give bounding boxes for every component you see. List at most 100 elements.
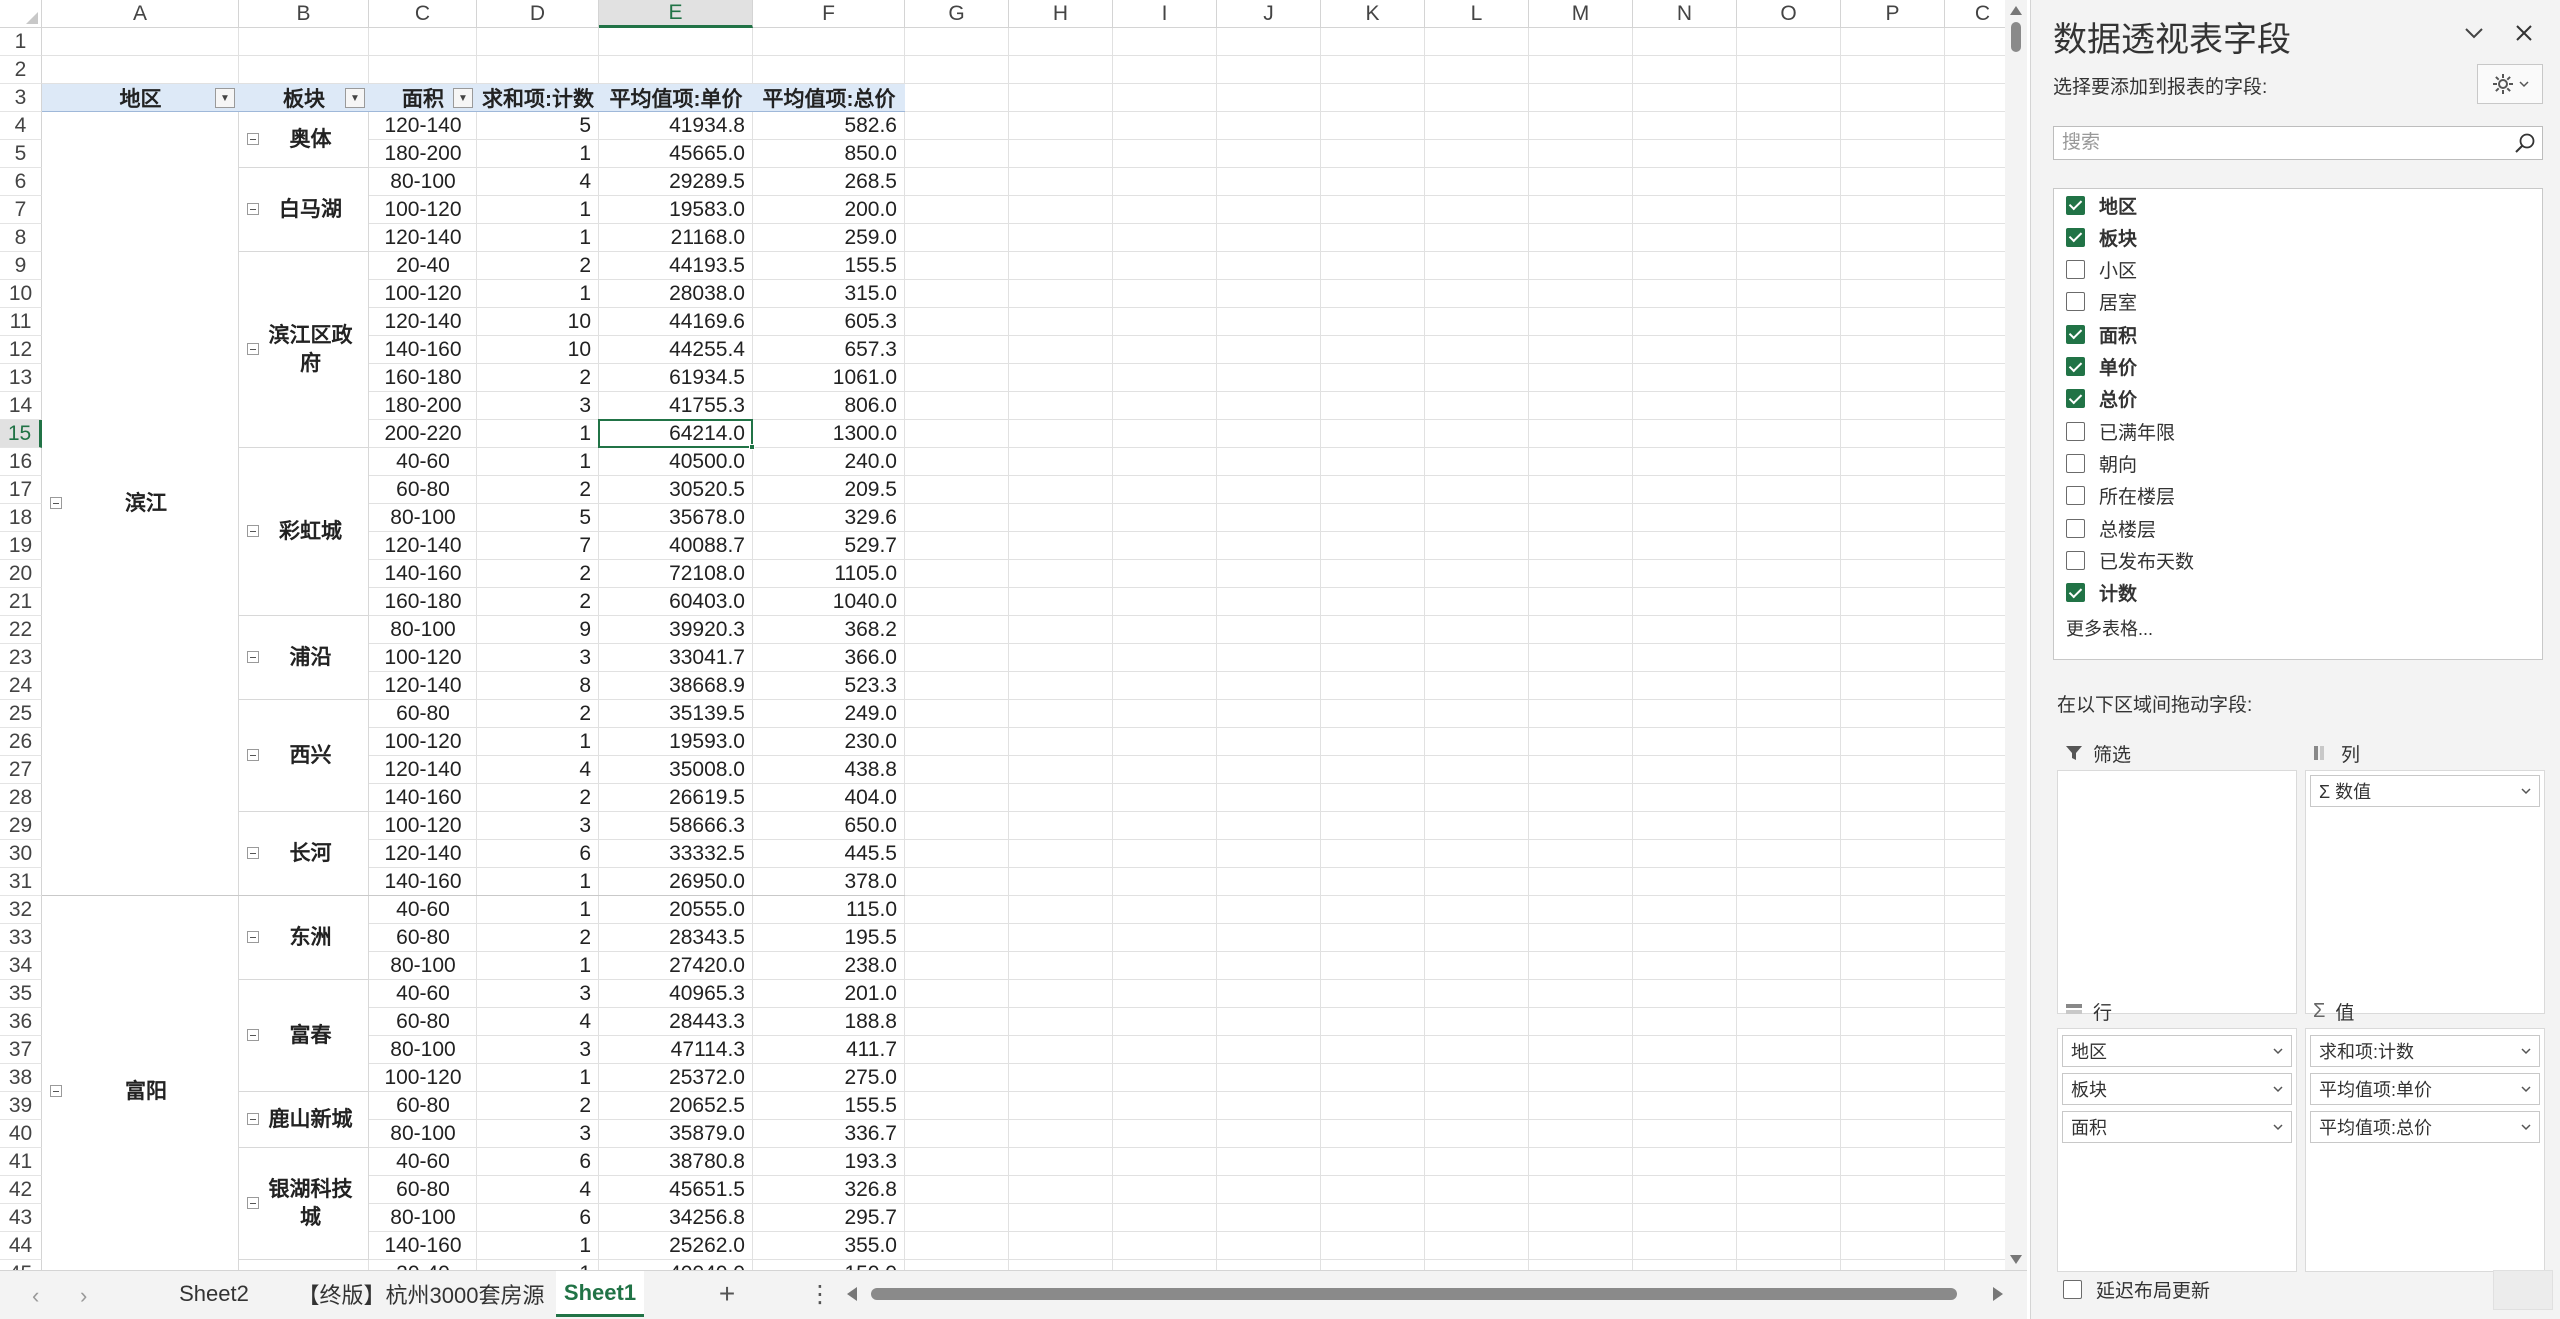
row-header[interactable]: 28 <box>0 784 42 812</box>
data-cell[interactable]: 26950.0 <box>599 868 753 896</box>
data-cell[interactable]: 155.5 <box>753 252 905 280</box>
fill-handle[interactable] <box>749 444 755 450</box>
collapse-block-icon[interactable] <box>247 1197 259 1209</box>
field-settings-button[interactable] <box>2477 64 2543 104</box>
column-header[interactable]: C <box>369 0 477 28</box>
row-header[interactable]: 44 <box>0 1232 42 1260</box>
data-cell[interactable]: 25262.0 <box>599 1232 753 1260</box>
active-cell[interactable] <box>598 419 755 450</box>
region-cell[interactable]: 富阳 <box>42 896 239 1270</box>
data-cell[interactable]: 35879.0 <box>599 1120 753 1148</box>
data-cell[interactable]: 2 <box>477 252 599 280</box>
data-cell[interactable]: 160-180 <box>369 364 477 392</box>
data-cell[interactable]: 2 <box>477 784 599 812</box>
row-header[interactable]: 2 <box>0 56 42 84</box>
data-cell[interactable]: 60-80 <box>369 924 477 952</box>
column-header[interactable]: F <box>753 0 905 28</box>
data-cell[interactable]: 30520.5 <box>599 476 753 504</box>
data-cell[interactable]: 100-120 <box>369 644 477 672</box>
row-header[interactable]: 16 <box>0 448 42 476</box>
data-cell[interactable]: 605.3 <box>753 308 905 336</box>
data-cell[interactable]: 40965.3 <box>599 980 753 1008</box>
data-cell[interactable]: 438.8 <box>753 756 905 784</box>
data-cell[interactable]: 329.6 <box>753 504 905 532</box>
data-cell[interactable]: 1 <box>477 728 599 756</box>
rows-item-block[interactable]: 板块 <box>2062 1073 2292 1105</box>
data-cell[interactable]: 209.5 <box>753 476 905 504</box>
row-header[interactable]: 40 <box>0 1120 42 1148</box>
data-cell[interactable]: 120-140 <box>369 224 477 252</box>
field-checkbox[interactable] <box>2066 260 2085 280</box>
data-cell[interactable]: 1105.0 <box>753 560 905 588</box>
row-header[interactable]: 4 <box>0 112 42 140</box>
collapse-block-icon[interactable] <box>247 847 259 859</box>
data-cell[interactable]: 140-160 <box>369 1232 477 1260</box>
row-header[interactable]: 35 <box>0 980 42 1008</box>
data-cell[interactable]: 1 <box>477 1260 599 1270</box>
data-cell[interactable]: 80-100 <box>369 1204 477 1232</box>
filter-dropdown-icon[interactable]: ▼ <box>215 88 235 108</box>
row-header[interactable]: 45 <box>0 1260 42 1270</box>
defer-layout-update[interactable]: 延迟布局更新 <box>2063 1276 2210 1303</box>
rows-item-region[interactable]: 地区 <box>2062 1035 2292 1067</box>
data-cell[interactable]: 44169.6 <box>599 308 753 336</box>
collapse-block-icon[interactable] <box>247 931 259 943</box>
row-header[interactable]: 9 <box>0 252 42 280</box>
data-cell[interactable]: 2 <box>477 700 599 728</box>
data-cell[interactable]: 366.0 <box>753 644 905 672</box>
row-header[interactable]: 30 <box>0 840 42 868</box>
data-cell[interactable]: 38668.9 <box>599 672 753 700</box>
data-cell[interactable]: 20-40 <box>369 1260 477 1270</box>
scroll-right-icon[interactable] <box>1993 1287 2003 1301</box>
data-cell[interactable]: 40-60 <box>369 448 477 476</box>
region-cell[interactable]: 滨江 <box>42 112 239 896</box>
data-cell[interactable]: 326.8 <box>753 1176 905 1204</box>
rows-area-drop[interactable]: 地区 板块 面积 <box>2057 1028 2297 1272</box>
data-cell[interactable]: 404.0 <box>753 784 905 812</box>
filter-area-drop[interactable] <box>2057 770 2297 1014</box>
data-cell[interactable]: 1 <box>477 868 599 896</box>
search-icon[interactable] <box>2514 132 2536 154</box>
worksheet[interactable]: ABCDEFGHIJKLMNOPC 1 2 3 4 5 6 7 8 9 10 11 12 13 14 15 1… <box>0 0 2005 1270</box>
select-all-corner[interactable] <box>0 0 42 28</box>
field-checkbox[interactable] <box>2066 486 2085 506</box>
data-cell[interactable]: 529.7 <box>753 532 905 560</box>
data-cell[interactable]: 28038.0 <box>599 280 753 308</box>
row-header[interactable]: 33 <box>0 924 42 952</box>
data-cell[interactable]: 1 <box>477 448 599 476</box>
vertical-scrollbar[interactable] <box>2005 0 2027 1270</box>
data-cell[interactable]: 1061.0 <box>753 364 905 392</box>
data-cell[interactable]: 120-140 <box>369 308 477 336</box>
data-cell[interactable]: 140-160 <box>369 868 477 896</box>
data-cell[interactable]: 45651.5 <box>599 1176 753 1204</box>
field-checkbox[interactable] <box>2066 195 2085 215</box>
add-sheet-button[interactable]: + <box>712 1277 742 1311</box>
data-cell[interactable]: 45665.0 <box>599 140 753 168</box>
row-header[interactable]: 19 <box>0 532 42 560</box>
filter-dropdown-icon[interactable]: ▼ <box>453 88 473 108</box>
data-cell[interactable]: 657.3 <box>753 336 905 364</box>
data-cell[interactable]: 3 <box>477 392 599 420</box>
collapse-block-icon[interactable] <box>247 651 259 663</box>
row-header[interactable]: 6 <box>0 168 42 196</box>
data-cell[interactable]: 3 <box>477 980 599 1008</box>
row-header[interactable]: 29 <box>0 812 42 840</box>
data-cell[interactable]: 193.3 <box>753 1148 905 1176</box>
column-header[interactable]: P <box>1841 0 1945 28</box>
column-header[interactable]: G <box>905 0 1009 28</box>
data-cell[interactable]: 47114.3 <box>599 1036 753 1064</box>
data-cell[interactable]: 445.5 <box>753 840 905 868</box>
chevron-down-icon[interactable] <box>2521 1047 2531 1055</box>
update-button[interactable] <box>2493 1270 2553 1310</box>
row-header[interactable]: 38 <box>0 1064 42 1092</box>
tab-sheet2[interactable]: Sheet2 <box>168 1271 260 1317</box>
data-cell[interactable]: 140-160 <box>369 784 477 812</box>
data-cell[interactable]: 100-120 <box>369 812 477 840</box>
data-cell[interactable]: 33041.7 <box>599 644 753 672</box>
columns-area-drop[interactable]: Σ 数值 <box>2305 770 2545 1014</box>
data-cell[interactable]: 850.0 <box>753 140 905 168</box>
data-cell[interactable]: 315.0 <box>753 280 905 308</box>
data-cell[interactable]: 120-140 <box>369 840 477 868</box>
row-header[interactable]: 11 <box>0 308 42 336</box>
row-header[interactable]: 17 <box>0 476 42 504</box>
